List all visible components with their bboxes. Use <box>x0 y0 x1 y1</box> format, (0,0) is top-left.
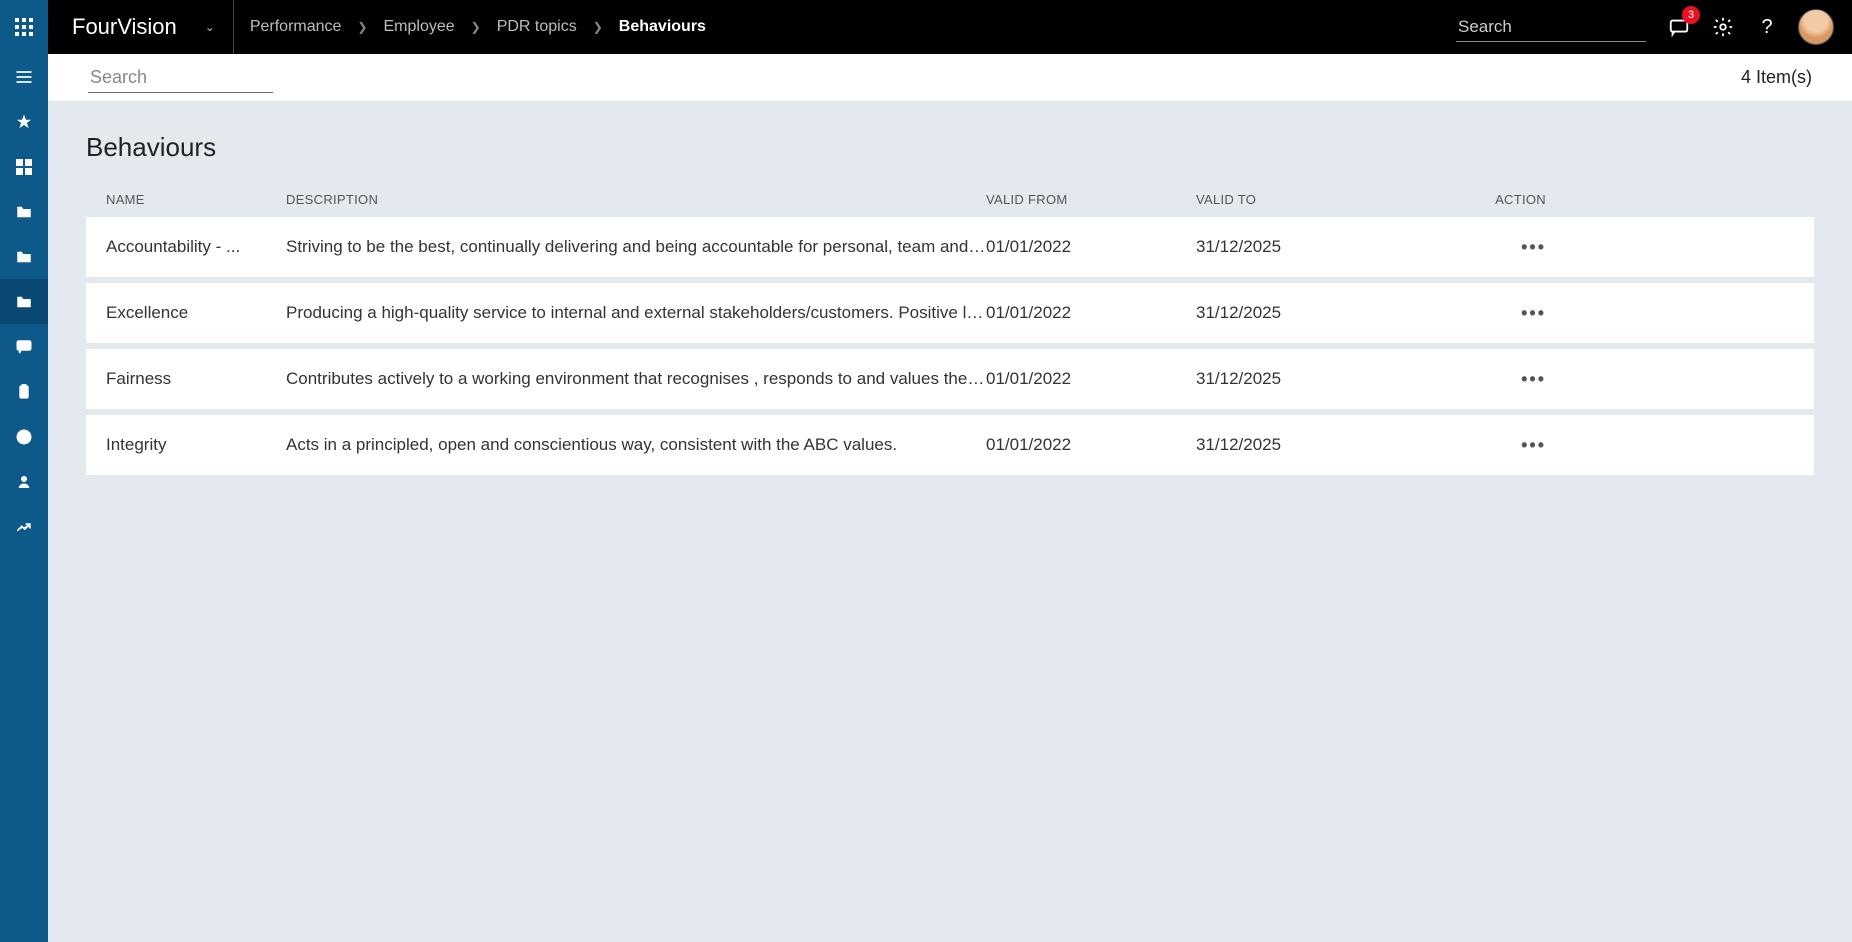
grid-icon <box>16 159 32 175</box>
chevron-right-icon: ❯ <box>357 20 367 34</box>
brand-dropdown[interactable]: FourVision ⌄ <box>48 0 234 54</box>
breadcrumb-pdr-topics[interactable]: PDR topics <box>497 18 577 36</box>
row-actions-button[interactable]: ••• <box>1466 237 1546 258</box>
table-row[interactable]: FairnessContributes actively to a workin… <box>86 349 1814 409</box>
avatar[interactable] <box>1798 9 1834 45</box>
brand-name: FourVision <box>72 14 177 40</box>
cell-name: Fairness <box>106 369 286 389</box>
global-search-input[interactable] <box>1456 13 1646 42</box>
page-search-input[interactable] <box>88 63 273 93</box>
notification-badge: 3 <box>1682 6 1700 24</box>
question-icon: ? <box>1761 16 1772 39</box>
breadcrumb: Performance ❯ Employee ❯ PDR topics ❯ Be… <box>250 18 706 36</box>
header-actions: 3 ? <box>1666 9 1852 45</box>
cell-description: Producing a high-quality service to inte… <box>286 303 986 323</box>
cell-valid-from: 01/01/2022 <box>986 237 1196 257</box>
speech-bubble-icon <box>15 338 33 356</box>
nav-security[interactable] <box>0 459 48 504</box>
help-button[interactable]: ? <box>1754 14 1780 40</box>
cell-valid-to: 31/12/2025 <box>1196 369 1466 389</box>
chevron-right-icon: ❯ <box>593 20 603 34</box>
settings-button[interactable] <box>1710 14 1736 40</box>
nav-license[interactable] <box>0 414 48 459</box>
top-header: FourVision ⌄ Performance ❯ Employee ❯ PD… <box>0 0 1852 54</box>
star-icon <box>15 113 33 131</box>
nav-menu-toggle[interactable] <box>0 54 48 99</box>
item-count: 4 Item(s) <box>1741 67 1812 88</box>
lock-person-icon <box>15 473 33 491</box>
chevron-down-icon: ⌄ <box>205 20 215 34</box>
nav-folder-1[interactable] <box>0 189 48 234</box>
left-nav <box>0 54 48 942</box>
table-header: NAME DESCRIPTION VALID FROM VALID TO ACT… <box>86 181 1814 217</box>
more-icon: ••• <box>1521 435 1546 455</box>
gear-icon <box>1712 16 1734 38</box>
column-header-description[interactable]: DESCRIPTION <box>286 192 986 207</box>
nav-folder-3[interactable] <box>0 279 48 324</box>
cell-name: Integrity <box>106 435 286 455</box>
cell-description: Acts in a principled, open and conscient… <box>286 435 986 455</box>
more-icon: ••• <box>1521 237 1546 257</box>
cell-valid-to: 31/12/2025 <box>1196 303 1466 323</box>
cell-valid-from: 01/01/2022 <box>986 303 1196 323</box>
column-header-action: ACTION <box>1466 192 1546 207</box>
nav-clipboard[interactable] <box>0 369 48 414</box>
column-header-name[interactable]: NAME <box>106 192 286 207</box>
breadcrumb-behaviours[interactable]: Behaviours <box>619 18 706 36</box>
folder-icon <box>15 293 33 311</box>
nav-folder-2[interactable] <box>0 234 48 279</box>
row-actions-button[interactable]: ••• <box>1466 303 1546 324</box>
cell-name: Accountability - ... <box>106 237 286 257</box>
nav-dashboard[interactable] <box>0 144 48 189</box>
breadcrumb-employee[interactable]: Employee <box>383 18 454 36</box>
waffle-icon <box>15 18 33 36</box>
column-header-valid-from[interactable]: VALID FROM <box>986 192 1196 207</box>
page-title: Behaviours <box>86 132 1814 163</box>
column-header-valid-to[interactable]: VALID TO <box>1196 192 1466 207</box>
folder-icon <box>15 203 33 221</box>
table-row[interactable]: ExcellenceProducing a high-quality servi… <box>86 283 1814 343</box>
page-toolbar: 4 Item(s) <box>48 54 1852 102</box>
more-icon: ••• <box>1521 369 1546 389</box>
nav-trends[interactable] <box>0 504 48 549</box>
table-row[interactable]: IntegrityActs in a principled, open and … <box>86 415 1814 475</box>
cc-icon <box>15 428 33 446</box>
more-icon: ••• <box>1521 303 1546 323</box>
cell-valid-to: 31/12/2025 <box>1196 435 1466 455</box>
cell-name: Excellence <box>106 303 286 323</box>
chevron-right-icon: ❯ <box>471 20 481 34</box>
nav-feedback[interactable] <box>0 324 48 369</box>
nav-favorites[interactable] <box>0 99 48 144</box>
trending-up-icon <box>15 518 33 536</box>
cell-valid-to: 31/12/2025 <box>1196 237 1466 257</box>
messages-button[interactable]: 3 <box>1666 14 1692 40</box>
clipboard-icon <box>16 383 32 401</box>
app-launcher-button[interactable] <box>0 0 48 54</box>
breadcrumb-performance[interactable]: Performance <box>250 18 342 36</box>
cell-description: Striving to be the best, continually del… <box>286 237 986 257</box>
cell-valid-from: 01/01/2022 <box>986 435 1196 455</box>
cell-description: Contributes actively to a working enviro… <box>286 369 986 389</box>
behaviours-table: NAME DESCRIPTION VALID FROM VALID TO ACT… <box>86 181 1814 475</box>
hamburger-icon <box>14 67 34 87</box>
cell-valid-from: 01/01/2022 <box>986 369 1196 389</box>
row-actions-button[interactable]: ••• <box>1466 435 1546 456</box>
folder-icon <box>15 248 33 266</box>
table-row[interactable]: Accountability - ...Striving to be the b… <box>86 217 1814 277</box>
row-actions-button[interactable]: ••• <box>1466 369 1546 390</box>
